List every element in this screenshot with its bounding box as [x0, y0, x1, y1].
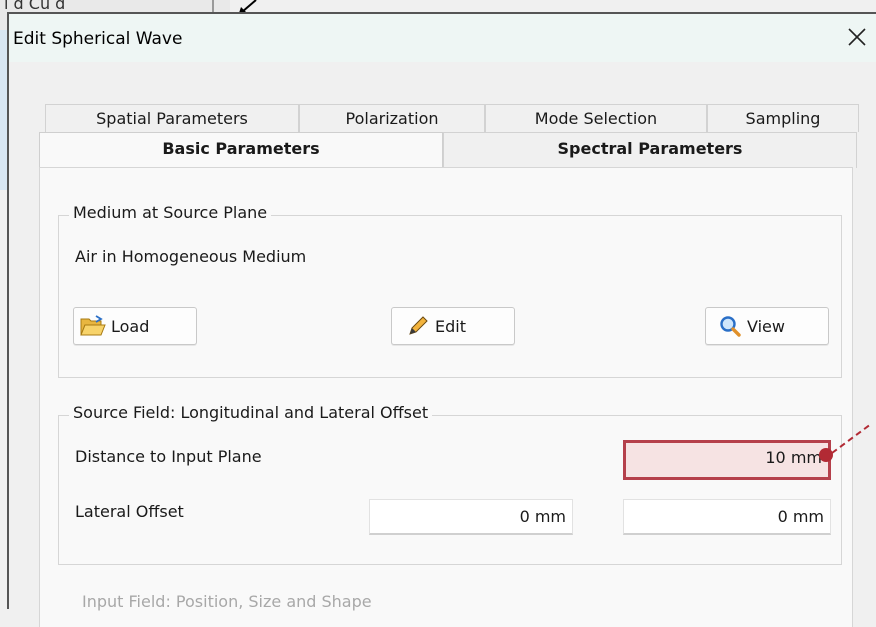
tab-row-secondary: Spatial Parameters Polarization Mode Sel…: [45, 104, 859, 132]
tab-spectral-parameters[interactable]: Spectral Parameters: [443, 132, 857, 168]
folder-open-icon: [80, 315, 106, 336]
edit-button-label: Edit: [435, 316, 466, 336]
input-field-group-title: Input Field: Position, Size and Shape: [82, 592, 372, 611]
edit-button[interactable]: Edit: [391, 307, 515, 345]
medium-group-title: Medium at Source Plane: [69, 203, 272, 222]
lateral-offset-y-input[interactable]: 0 mm: [623, 499, 831, 535]
close-icon[interactable]: [844, 24, 870, 50]
lateral-offset-label: Lateral Offset: [75, 502, 184, 521]
source-field-group: Source Field: Longitudinal and Lateral O…: [58, 403, 842, 565]
tab-polarization[interactable]: Polarization: [299, 104, 485, 132]
tab-row-primary: Basic Parameters Spectral Parameters: [39, 132, 857, 168]
load-button-label: Load: [111, 316, 150, 336]
medium-name: Air in Homogeneous Medium: [75, 247, 307, 266]
load-button[interactable]: Load: [73, 307, 197, 345]
distance-input[interactable]: 10 mm: [623, 440, 831, 480]
dialog-title-bar: Edit Spherical Wave: [9, 14, 876, 62]
view-button-label: View: [747, 316, 785, 336]
pencil-icon: [409, 316, 428, 335]
tab-sampling[interactable]: Sampling: [707, 104, 859, 132]
dialog-content: Spatial Parameters Polarization Mode Sel…: [9, 62, 876, 627]
annotation-marker: [819, 448, 833, 462]
view-button[interactable]: View: [705, 307, 829, 345]
source-field-group-title: Source Field: Longitudinal and Lateral O…: [69, 403, 433, 422]
dialog-title: Edit Spherical Wave: [13, 29, 183, 49]
tab-basic-parameters[interactable]: Basic Parameters: [39, 132, 443, 168]
tab-spatial-parameters[interactable]: Spatial Parameters: [45, 104, 299, 132]
distance-label: Distance to Input Plane: [75, 447, 262, 466]
medium-group: Medium at Source Plane Air in Homogeneou…: [58, 203, 842, 378]
tab-mode-selection[interactable]: Mode Selection: [485, 104, 707, 132]
lateral-offset-x-input[interactable]: 0 mm: [369, 499, 573, 535]
edit-spherical-wave-dialog: Edit Spherical Wave Spatial Parameters P…: [7, 12, 876, 627]
basic-parameters-panel: Medium at Source Plane Air in Homogeneou…: [39, 167, 853, 627]
magnifier-icon: [720, 316, 741, 337]
